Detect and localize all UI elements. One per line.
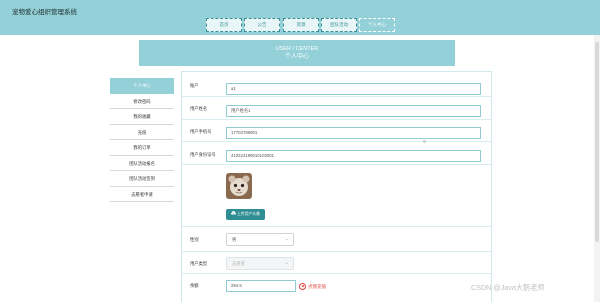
chevron-down-icon: ⌄ <box>284 260 289 266</box>
gender-label: 性别 <box>190 237 199 242</box>
balance-label: 余额 <box>190 283 199 288</box>
user-avatar <box>226 173 252 199</box>
sidebar: 个人中心 修改密码 我的收藏 充值 我的订单 团队活动报名 团队活动签到 志愿者… <box>110 78 174 202</box>
form-row-phone: 用户手机号 17703786901 <box>182 120 491 142</box>
user-type-value: 志愿者 <box>232 261 245 266</box>
idcard-input[interactable]: 410224199010102001 <box>226 150 481 162</box>
banner-title-en: USER / CENTER <box>275 46 319 52</box>
sidebar-item-volunteer-apply[interactable]: 志愿者申请 <box>110 187 174 202</box>
name-label: 用户姓名 <box>190 106 208 111</box>
page-banner: USER / CENTER 个人中心 <box>139 40 455 66</box>
watermark: CSDN @Java大鹅老师 <box>471 283 545 292</box>
radio-dot-icon <box>299 282 306 290</box>
form-row-name: 用户姓名 用户姓名1 <box>182 97 491 120</box>
upload-icon <box>231 211 237 215</box>
gender-select[interactable]: 男 ⌄ <box>226 233 294 246</box>
user-type-select: 志愿者 ⌄ <box>226 257 294 270</box>
sidebar-item-change-password[interactable]: 修改密码 <box>110 94 174 109</box>
cat-photo-icon <box>226 173 252 199</box>
name-input[interactable]: 用户姓名1 <box>226 105 481 117</box>
top-header: 宠物爱心组织管理系统 首页 公告 资源 团队活动 个人中心 <box>0 0 600 35</box>
recharge-link[interactable]: 点我充值 <box>299 281 326 290</box>
user-type-label: 用户类型 <box>190 261 208 266</box>
upload-button-label: 上传用户头像 <box>237 212 260 216</box>
idcard-label: 用户身份证号 <box>190 152 216 157</box>
gender-value: 男 <box>232 237 237 242</box>
form-row-idcard: 用户身份证号 410224199010102001 <box>182 142 491 165</box>
form-row-user-type: 用户类型 志愿者 ⌄ <box>182 252 491 274</box>
form-row-balance: 余额 294.5 点我充值 <box>182 274 491 302</box>
sidebar-item-activity-checkin[interactable]: 团队活动签到 <box>110 171 174 187</box>
nav-resources[interactable]: 资源 <box>283 18 319 32</box>
form-row-gender: 性别 男 ⌄ <box>182 227 491 252</box>
app-title: 宠物爱心组织管理系统 <box>12 9 77 16</box>
nav-team-activity[interactable]: 团队活动 <box>321 18 357 32</box>
upload-avatar-button[interactable]: 上传用户头像 <box>226 209 265 220</box>
profile-form: 账户 a1 用户姓名 用户姓名1 用户手机号 17703786901 用户身份证… <box>181 71 492 302</box>
cursor-dot <box>423 140 426 143</box>
nav-notice[interactable]: 公告 <box>244 18 280 32</box>
account-input[interactable]: a1 <box>226 83 481 95</box>
nav-home[interactable]: 首页 <box>206 18 242 32</box>
recharge-label: 点我充值 <box>308 284 326 289</box>
top-nav: 首页 公告 资源 团队活动 个人中心 <box>0 18 600 34</box>
sidebar-item-activity-signup[interactable]: 团队活动报名 <box>110 156 174 171</box>
chevron-down-icon: ⌄ <box>284 236 289 242</box>
phone-label: 用户手机号 <box>190 129 212 134</box>
banner-title-zh: 个人中心 <box>284 54 309 60</box>
sidebar-item-favorites[interactable]: 我的收藏 <box>110 109 174 125</box>
scrollbar-thumb[interactable] <box>595 42 599 242</box>
sidebar-item-recharge[interactable]: 充值 <box>110 125 174 140</box>
sidebar-item-orders[interactable]: 我的订单 <box>110 140 174 156</box>
nav-user-center[interactable]: 个人中心 <box>359 18 395 32</box>
form-row-avatar: 上传用户头像 <box>182 165 491 227</box>
balance-input[interactable]: 294.5 <box>226 280 296 292</box>
sidebar-item-user-center[interactable]: 个人中心 <box>110 78 174 94</box>
form-row-account: 账户 a1 <box>182 72 491 97</box>
phone-input[interactable]: 17703786901 <box>226 127 481 139</box>
account-label: 账户 <box>190 83 199 88</box>
